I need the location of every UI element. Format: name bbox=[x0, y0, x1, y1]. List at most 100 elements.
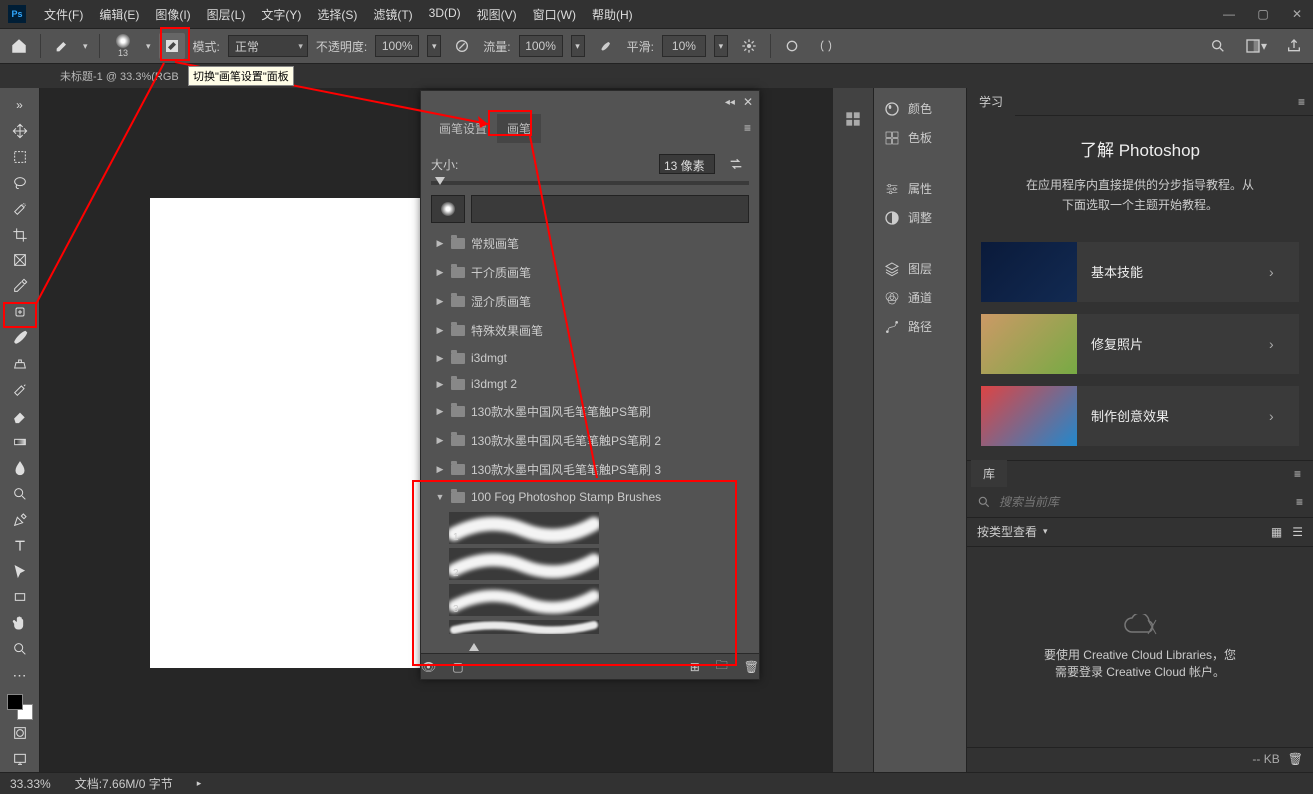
brush-preset-picker[interactable]: 13 bbox=[108, 32, 138, 60]
symmetry-icon[interactable] bbox=[813, 33, 839, 59]
toggle-preview-icon[interactable]: 👁 bbox=[421, 660, 436, 674]
brush-preset[interactable] bbox=[431, 618, 749, 636]
menu-3d[interactable]: 3D(D) bbox=[423, 2, 467, 27]
menu-window[interactable]: 窗口(W) bbox=[527, 2, 582, 27]
document-tab[interactable]: 未标题-1 @ 33.3%(RGB bbox=[50, 64, 189, 88]
size-input[interactable]: 13 像素 bbox=[659, 154, 715, 174]
learn-card-basics[interactable]: 基本技能 › bbox=[981, 242, 1299, 302]
rectangle-tool[interactable] bbox=[5, 586, 35, 610]
quickmask-icon[interactable] bbox=[5, 721, 35, 745]
opacity-chev[interactable]: ▾ bbox=[427, 35, 441, 57]
menu-view[interactable]: 视图(V) bbox=[471, 2, 523, 27]
healing-brush-tool[interactable] bbox=[5, 300, 35, 324]
trash-icon[interactable]: 🗑 bbox=[1288, 752, 1303, 766]
hand-tool[interactable] bbox=[5, 611, 35, 635]
brush-folder[interactable]: ▶常规画笔 bbox=[431, 229, 749, 258]
smooth-input[interactable]: 10% bbox=[662, 35, 706, 57]
learn-tab[interactable]: 学习 bbox=[967, 87, 1015, 116]
brush-folder[interactable]: ▶130款水墨中国风毛笔笔触PS笔刷 2 bbox=[431, 426, 749, 455]
new-brush-icon[interactable]: ⊞ bbox=[690, 660, 700, 674]
new-group-icon[interactable]: 🗀 bbox=[716, 656, 728, 677]
pen-tool[interactable] bbox=[5, 508, 35, 532]
edit-toolbar-icon[interactable]: ⋯ bbox=[5, 663, 35, 687]
eyedropper-tool[interactable] bbox=[5, 274, 35, 298]
menu-type[interactable]: 文字(Y) bbox=[255, 2, 307, 27]
screenmode-icon[interactable] bbox=[5, 747, 35, 771]
panel-menu-icon[interactable]: ≡ bbox=[744, 121, 751, 135]
libraries-tab[interactable]: 库 bbox=[971, 460, 1007, 487]
frame-tool[interactable] bbox=[5, 249, 35, 273]
trash-icon[interactable]: 🗑 bbox=[744, 660, 759, 674]
mini-channels[interactable]: 通道 bbox=[874, 283, 966, 312]
size-slider[interactable] bbox=[431, 181, 749, 185]
search-icon[interactable] bbox=[1205, 33, 1231, 59]
mini-paths[interactable]: 路径 bbox=[874, 312, 966, 341]
tab-brushes[interactable]: 画笔 bbox=[497, 114, 541, 143]
menu-filter[interactable]: 滤镜(T) bbox=[367, 2, 418, 27]
menu-edit[interactable]: 编辑(E) bbox=[93, 2, 145, 27]
brush-tip-preview[interactable] bbox=[431, 195, 465, 223]
menu-help[interactable]: 帮助(H) bbox=[586, 2, 639, 27]
learn-card-retouch[interactable]: 修复照片 › bbox=[981, 314, 1299, 374]
minimize-icon[interactable]: — bbox=[1221, 6, 1237, 22]
eraser-tool[interactable] bbox=[5, 404, 35, 428]
brush-folder[interactable]: ▶i3dmgt bbox=[431, 345, 749, 371]
learn-card-creative[interactable]: 制作创意效果 › bbox=[981, 386, 1299, 446]
live-tip-icon[interactable]: ▢ bbox=[452, 660, 463, 674]
pressure-size-icon[interactable] bbox=[779, 33, 805, 59]
panel-close-icon[interactable]: ✕ bbox=[743, 95, 753, 109]
menu-image[interactable]: 图像(I) bbox=[149, 2, 196, 27]
history-brush-tool[interactable] bbox=[5, 378, 35, 402]
gear-icon[interactable] bbox=[736, 33, 762, 59]
flow-input[interactable]: 100% bbox=[519, 35, 563, 57]
lib-view-label[interactable]: 按类型查看 bbox=[977, 523, 1037, 540]
grid-view-icon[interactable]: ▦ bbox=[1271, 525, 1282, 539]
brush-preset[interactable]: 2 bbox=[431, 546, 749, 582]
color-swatches[interactable] bbox=[7, 694, 33, 720]
lasso-tool[interactable] bbox=[5, 171, 35, 195]
panel-menu-icon[interactable]: ≡ bbox=[1290, 95, 1313, 109]
search-menu-icon[interactable]: ≡ bbox=[1296, 495, 1303, 509]
mini-layers[interactable]: 图层 bbox=[874, 254, 966, 283]
type-tool[interactable] bbox=[5, 534, 35, 558]
dodge-tool[interactable] bbox=[5, 482, 35, 506]
flip-icon[interactable] bbox=[723, 151, 749, 177]
move-tool[interactable] bbox=[5, 119, 35, 143]
list-view-icon[interactable]: ☰ bbox=[1292, 525, 1303, 539]
mini-color[interactable]: 颜色 bbox=[874, 94, 966, 123]
gradient-tool[interactable] bbox=[5, 430, 35, 454]
panel-collapse-icon[interactable]: ◂◂ bbox=[725, 97, 735, 108]
zoom-level[interactable]: 33.33% bbox=[10, 777, 51, 791]
library-search[interactable]: 搜索当前库 ≡ bbox=[967, 487, 1313, 517]
crop-tool[interactable] bbox=[5, 223, 35, 247]
opacity-pressure-icon[interactable] bbox=[449, 33, 475, 59]
home-icon[interactable] bbox=[6, 33, 32, 59]
path-select-tool[interactable] bbox=[5, 560, 35, 584]
canvas[interactable] bbox=[150, 198, 460, 668]
menu-select[interactable]: 选择(S) bbox=[311, 2, 363, 27]
brush-tool[interactable] bbox=[5, 326, 35, 350]
mini-swatches[interactable]: 色板 bbox=[874, 123, 966, 152]
marquee-tool[interactable] bbox=[5, 145, 35, 169]
brush-folder-open[interactable]: ▼100 Fog Photoshop Stamp Brushes bbox=[431, 484, 749, 510]
close-icon[interactable]: ✕ bbox=[1289, 6, 1305, 22]
smooth-chev[interactable]: ▾ bbox=[714, 35, 728, 57]
brush-folder[interactable]: ▶i3dmgt 2 bbox=[431, 371, 749, 397]
menu-layer[interactable]: 图层(L) bbox=[201, 2, 252, 27]
workspace-icon[interactable]: ▾ bbox=[1243, 33, 1269, 59]
menu-file[interactable]: 文件(F) bbox=[38, 2, 89, 27]
doc-info[interactable]: 文档:7.66M/0 字节 bbox=[75, 775, 173, 792]
brush-preset[interactable]: 1 bbox=[431, 510, 749, 546]
brush-settings-toggle[interactable] bbox=[159, 33, 185, 59]
tab-brush-settings[interactable]: 画笔设置 bbox=[429, 114, 497, 143]
mini-properties[interactable]: 属性 bbox=[874, 174, 966, 203]
opacity-input[interactable]: 100% bbox=[375, 35, 419, 57]
brush-folder[interactable]: ▶干介质画笔 bbox=[431, 258, 749, 287]
brush-folder[interactable]: ▶130款水墨中国风毛笔笔触PS笔刷 3 bbox=[431, 455, 749, 484]
panel-menu-icon[interactable]: ≡ bbox=[1286, 467, 1309, 481]
mini-adjustments[interactable]: 调整 bbox=[874, 203, 966, 232]
zoom-tool[interactable] bbox=[5, 637, 35, 661]
tool-preset-icon[interactable] bbox=[49, 33, 75, 59]
share-icon[interactable] bbox=[1281, 33, 1307, 59]
brush-folder[interactable]: ▶特殊效果画笔 bbox=[431, 316, 749, 345]
